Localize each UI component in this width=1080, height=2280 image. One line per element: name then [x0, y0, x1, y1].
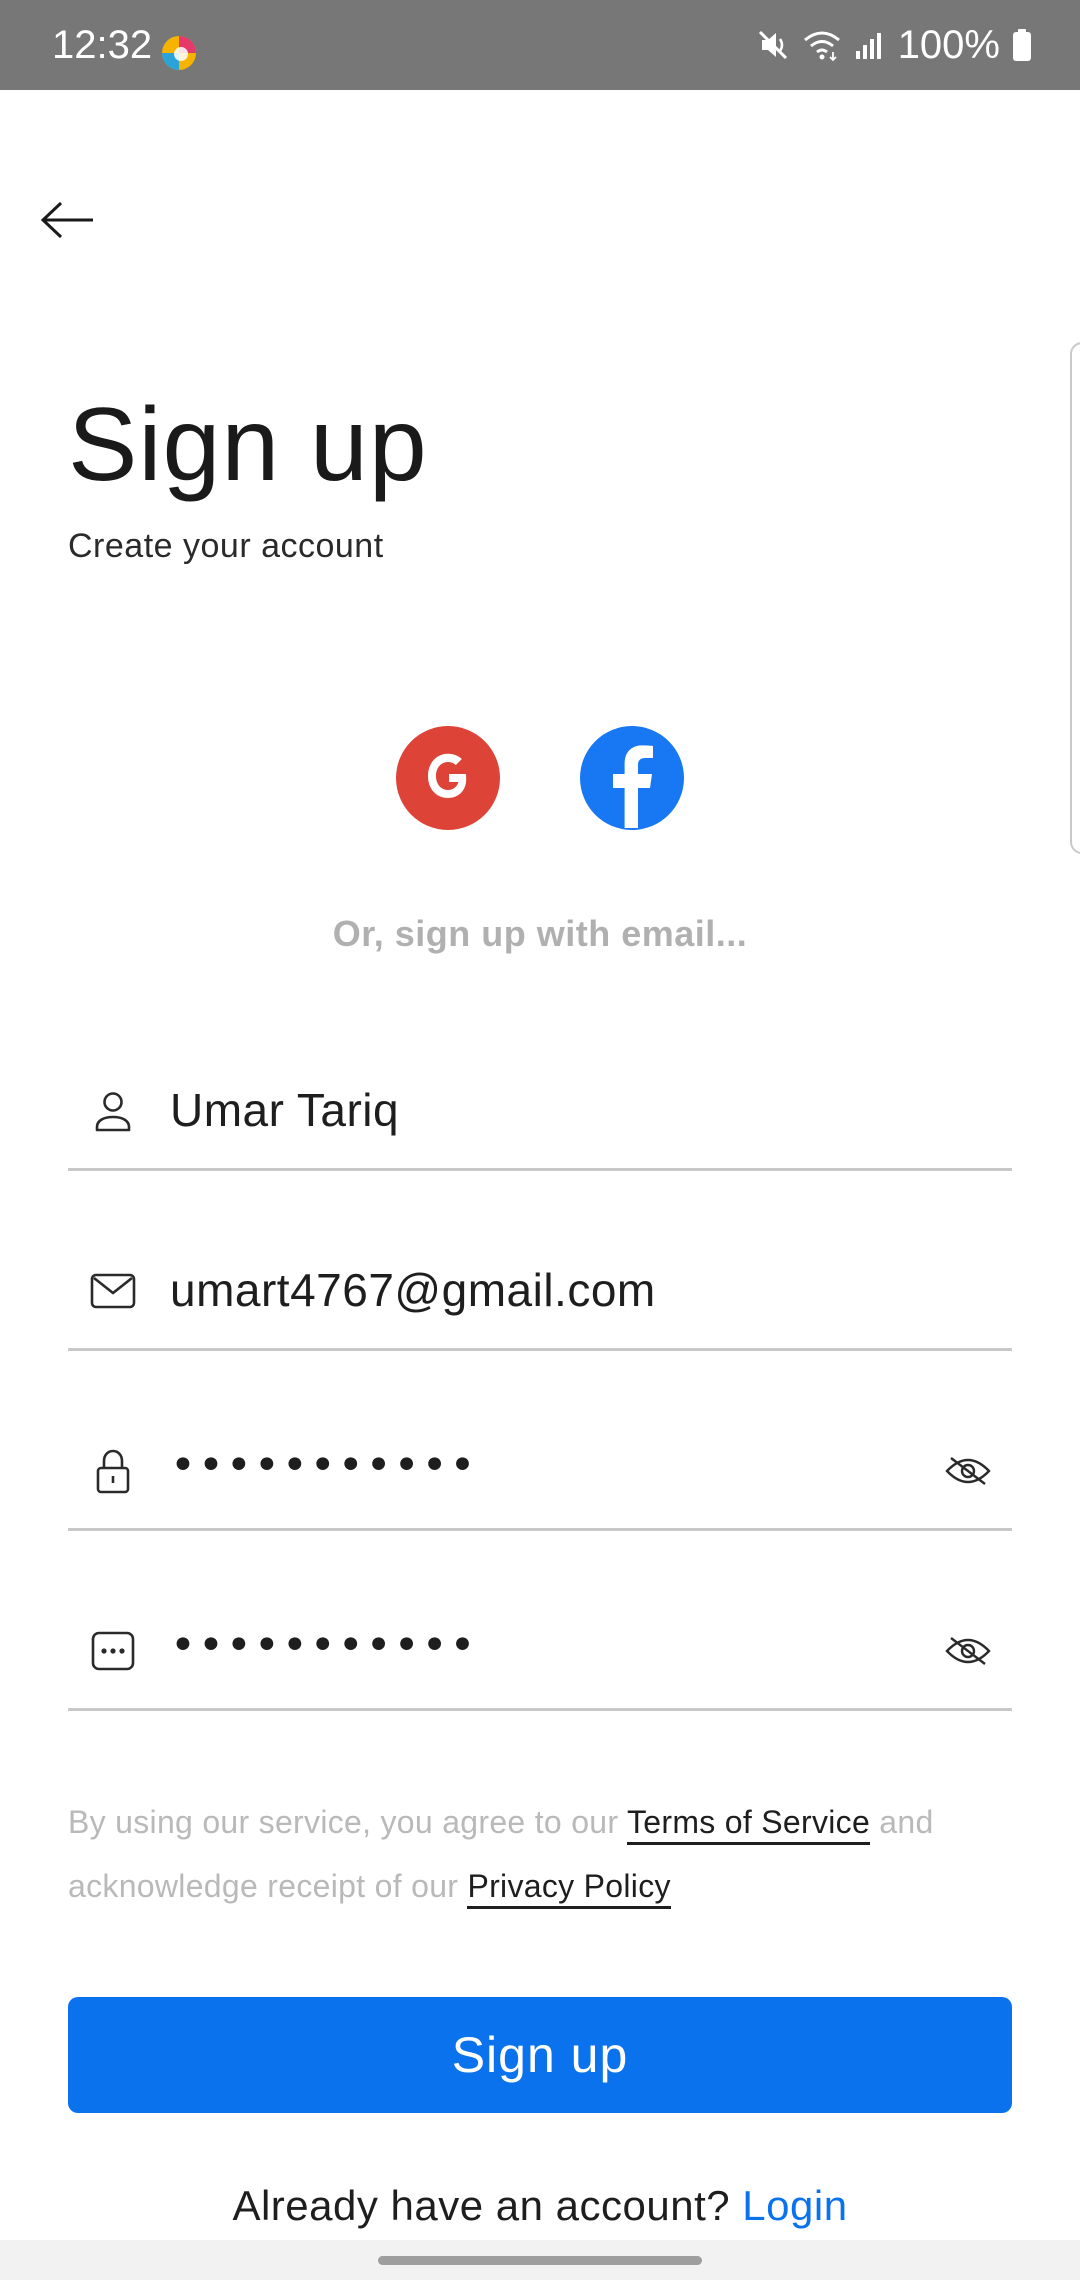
email-field[interactable]: umart4767@gmail.com: [68, 1238, 1012, 1351]
password-value[interactable]: •••••••••••: [170, 1436, 477, 1496]
eye-hidden-icon[interactable]: [944, 1628, 992, 1674]
name-value[interactable]: Umar Tariq: [170, 1080, 399, 1140]
battery-percent: 100%: [897, 23, 1000, 67]
user-icon: [90, 1088, 136, 1134]
legal-text-part-1: By using our service, you agree to our: [68, 1804, 627, 1840]
legal-text: By using our service, you agree to our T…: [68, 1790, 1018, 1918]
confirm-password-value[interactable]: •••••••••••: [170, 1616, 477, 1676]
signup-button[interactable]: Sign up: [68, 1997, 1012, 2113]
mail-icon: [90, 1268, 136, 1314]
privacy-policy-link[interactable]: Privacy Policy: [467, 1868, 671, 1909]
colorful-app-icon: [160, 34, 198, 72]
email-value[interactable]: umart4767@gmail.com: [170, 1260, 656, 1320]
confirm-password-field[interactable]: •••••••••••: [68, 1598, 1012, 1711]
terms-of-service-link[interactable]: Terms of Service: [626, 1804, 871, 1845]
status-bar: 12:32 100%: [0, 0, 1080, 90]
facebook-icon: [580, 724, 684, 833]
password-field[interactable]: •••••••••••: [68, 1418, 1012, 1531]
navigation-bar: [0, 2240, 1080, 2280]
signup-screen: 12:32 100% Sign up Create your account O…: [0, 0, 1080, 2280]
home-gesture-handle[interactable]: [378, 2256, 702, 2265]
arrow-left-icon: [39, 200, 97, 245]
back-button[interactable]: [36, 190, 100, 254]
google-signup-button[interactable]: [396, 726, 500, 830]
login-link[interactable]: Login: [742, 2182, 847, 2229]
name-field[interactable]: Umar Tariq: [68, 1058, 1012, 1171]
battery-icon: [1012, 28, 1032, 62]
login-prompt: Already have an account? Login: [0, 2178, 1080, 2234]
status-time: 12:32: [52, 23, 153, 67]
email-divider-text: Or, sign up with email...: [332, 913, 748, 954]
wifi-icon: [802, 28, 842, 62]
google-icon: [420, 748, 476, 809]
lock-icon: [90, 1448, 136, 1494]
password-dots-icon: [90, 1628, 136, 1674]
page-title: Sign up: [68, 387, 428, 503]
signal-icon: [854, 29, 886, 61]
edge-panel-handle[interactable]: [1070, 342, 1080, 854]
status-icons: 100%: [756, 22, 1032, 68]
login-prompt-text: Already have an account?: [232, 2182, 743, 2229]
eye-hidden-icon[interactable]: [944, 1448, 992, 1494]
mute-icon: [756, 28, 790, 62]
facebook-signup-button[interactable]: [580, 726, 684, 830]
page-subtitle: Create your account: [68, 527, 384, 565]
